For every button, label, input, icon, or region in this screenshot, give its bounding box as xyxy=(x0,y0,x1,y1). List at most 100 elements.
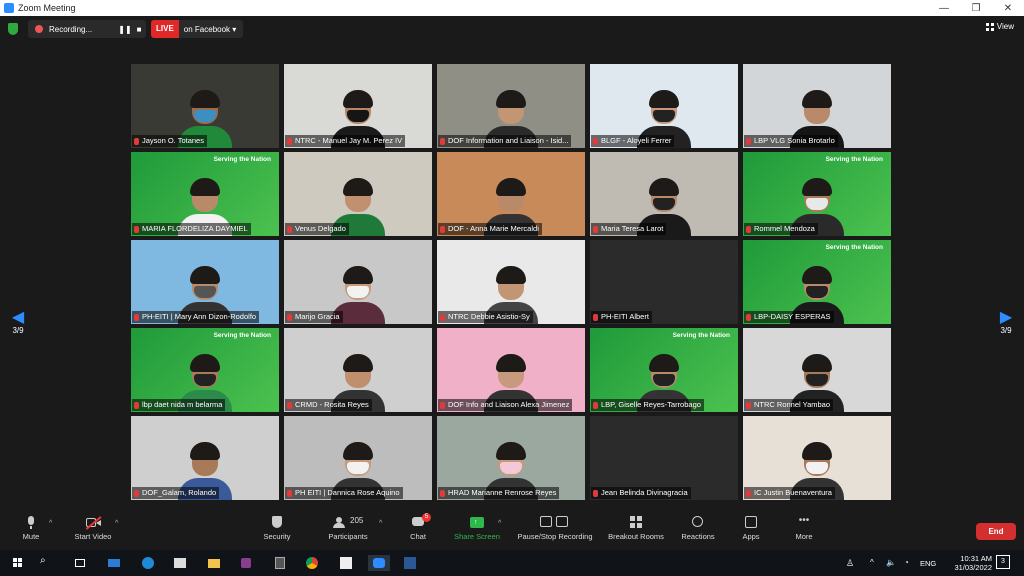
apps-button[interactable]: Apps xyxy=(739,516,763,541)
clock[interactable]: 10:31 AM 31/03/2022 xyxy=(954,554,992,572)
participant-tile[interactable]: Serving the Nation MARIA FLORDELIZA DAYMI… xyxy=(131,152,279,236)
participant-tile[interactable]: PH EITI | Dannica Rose Aquino xyxy=(284,416,432,500)
participant-tile[interactable]: NTRC - Manuel Jay M. Perez IV xyxy=(284,64,432,148)
participant-tile[interactable]: Serving the Nation lbp daet nida m belarm… xyxy=(131,328,279,412)
participant-name: PH EITI | Dannica Rose Aquino xyxy=(295,488,400,497)
share-screen-button[interactable]: ↑ Share Screen xyxy=(452,516,502,541)
breakout-rooms-icon xyxy=(628,516,644,529)
participant-name: Maria Teresa Larot xyxy=(601,224,664,233)
network-icon[interactable]: ◔ xyxy=(904,558,909,567)
task-view-icon[interactable] xyxy=(72,555,88,571)
slack-icon[interactable] xyxy=(238,555,254,571)
language-indicator[interactable]: ENG xyxy=(920,559,936,568)
participant-tile[interactable]: Jayson O. Totanes xyxy=(131,64,279,148)
audio-options-caret[interactable]: ^ xyxy=(49,520,52,527)
chevron-right-icon: ▶ xyxy=(999,309,1013,326)
muted-mic-icon xyxy=(440,489,445,497)
zoom-taskbar-icon[interactable] xyxy=(368,555,390,571)
muted-mic-icon xyxy=(593,225,598,233)
participant-tile[interactable]: BLGF - Aloyeli Ferrer xyxy=(590,64,738,148)
participant-tile[interactable]: NTRC Debbie Asistio-Sy xyxy=(437,240,585,324)
participant-tile[interactable]: CRMD - Rosita Reyes xyxy=(284,328,432,412)
participant-tile[interactable]: PH-EITI Albert xyxy=(590,240,738,324)
participant-name: LBP-DAISY ESPERAS xyxy=(754,312,831,321)
live-stream-indicator[interactable]: LIVE on Facebook ▾ xyxy=(151,20,243,38)
word-icon[interactable] xyxy=(402,555,418,571)
windows-start-icon[interactable] xyxy=(10,555,26,571)
view-button[interactable]: View xyxy=(985,22,1014,31)
tray-chevron-icon[interactable]: ^ xyxy=(870,558,874,567)
muted-mic-icon xyxy=(746,137,751,145)
participant-tile[interactable]: DOF Information and Liaison - Isid... xyxy=(437,64,585,148)
participant-name: HRAD Marianne Renrose Reyes xyxy=(448,488,557,497)
stop-recording-icon[interactable]: ■ xyxy=(132,25,146,34)
previous-page-button[interactable]: ◀ 3/9 xyxy=(8,310,28,336)
page-indicator-right: 3/9 xyxy=(1000,326,1012,335)
participant-tile[interactable]: PH-EITI | Mary Ann Dizon-Rodolfo xyxy=(131,240,279,324)
encryption-shield-icon[interactable] xyxy=(8,23,18,35)
participant-name-label: Rommel Mendoza xyxy=(744,223,818,235)
participant-tile[interactable]: Serving the Nation Rommel Mendoza xyxy=(743,152,891,236)
mail-icon[interactable] xyxy=(106,555,122,571)
participant-tile[interactable]: HRAD Marianne Renrose Reyes xyxy=(437,416,585,500)
file-explorer-icon[interactable] xyxy=(206,555,222,571)
notifications-icon[interactable]: 3 xyxy=(996,555,1010,569)
reactions-button[interactable]: Reactions xyxy=(680,516,716,541)
volume-icon[interactable]: 🔈 xyxy=(886,558,896,567)
muted-mic-icon xyxy=(746,489,751,497)
participant-tile[interactable]: Venus Delgado xyxy=(284,152,432,236)
participant-name-label: LBP, Giselle Reyes-Tarrobago xyxy=(591,399,704,411)
person-icon[interactable]: ♙ xyxy=(846,558,854,569)
shield-icon xyxy=(269,516,285,529)
participant-tile[interactable]: Jean Belinda Divinagracia xyxy=(590,416,738,500)
minimize-button[interactable]: — xyxy=(928,3,960,14)
participant-name-label: lbp daet nida m belarma xyxy=(132,399,226,411)
participant-tile[interactable]: Maria Teresa Larot xyxy=(590,152,738,236)
start-video-button[interactable]: Start Video xyxy=(70,516,116,541)
participant-tile[interactable]: Marijo Gracia xyxy=(284,240,432,324)
edge-browser-icon[interactable] xyxy=(140,555,156,571)
live-target[interactable]: on Facebook ▾ xyxy=(184,25,237,34)
participant-tile[interactable]: DOF_Galam, Rolando xyxy=(131,416,279,500)
end-meeting-button[interactable]: End xyxy=(976,523,1016,540)
live-badge: LIVE xyxy=(151,20,179,38)
store-icon[interactable] xyxy=(172,555,188,571)
close-button[interactable]: ✕ xyxy=(992,3,1024,14)
participant-tile[interactable]: Serving the Nation LBP, Giselle Reyes-Tar… xyxy=(590,328,738,412)
participant-tile[interactable]: Serving the Nation LBP-DAISY ESPERAS xyxy=(743,240,891,324)
muted-mic-icon xyxy=(134,313,139,321)
search-icon[interactable]: ⌕ xyxy=(40,555,56,571)
pause-recording-icon[interactable]: ❚❚ xyxy=(118,25,132,34)
next-page-button[interactable]: ▶ 3/9 xyxy=(996,309,1016,336)
chat-button[interactable]: 5 Chat xyxy=(406,513,431,541)
video-options-caret[interactable]: ^ xyxy=(115,520,118,527)
calculator-icon[interactable] xyxy=(272,555,288,571)
muted-mic-icon xyxy=(440,401,445,409)
participant-tile[interactable]: LBP VLG Sonia Brotarlo xyxy=(743,64,891,148)
participant-name-label: DOF_Galam, Rolando xyxy=(132,487,220,499)
share-options-caret[interactable]: ^ xyxy=(498,520,501,527)
mute-button[interactable]: Mute xyxy=(18,516,44,541)
participant-name-label: NTRC Ronnel Yambao xyxy=(744,399,834,411)
chrome-icon[interactable] xyxy=(304,555,320,571)
sticky-notes-icon[interactable] xyxy=(338,555,354,571)
maximize-button[interactable]: ❐ xyxy=(960,3,992,14)
participant-tile[interactable]: DOF Info and Liaison Alexa Jimenez xyxy=(437,328,585,412)
participant-name-label: CRMD - Rosita Reyes xyxy=(285,399,372,411)
participant-name-label: LBP VLG Sonia Brotarlo xyxy=(744,135,838,147)
participants-button[interactable]: 205 Participants xyxy=(325,516,371,541)
participant-name: NTRC Ronnel Yambao xyxy=(754,400,831,409)
more-button[interactable]: ••• More xyxy=(792,515,816,542)
participant-name-label: Jean Belinda Divinagracia xyxy=(591,487,691,499)
security-button[interactable]: Security xyxy=(262,516,292,541)
participant-tile[interactable]: IC Justin Buenaventura xyxy=(743,416,891,500)
more-dots-icon: ••• xyxy=(798,515,810,526)
participant-name-label: Jayson O. Totanes xyxy=(132,135,207,147)
pause-stop-recording-button[interactable]: Pause/Stop Recording xyxy=(513,516,597,541)
participants-options-caret[interactable]: ^ xyxy=(379,520,382,527)
participant-name: Jayson O. Totanes xyxy=(142,136,204,145)
participant-name-label: NTRC - Manuel Jay M. Perez IV xyxy=(285,135,406,147)
participant-tile[interactable]: DOF - Anna Marie Mercaldi xyxy=(437,152,585,236)
breakout-rooms-button[interactable]: Breakout Rooms xyxy=(605,516,667,541)
participant-tile[interactable]: NTRC Ronnel Yambao xyxy=(743,328,891,412)
